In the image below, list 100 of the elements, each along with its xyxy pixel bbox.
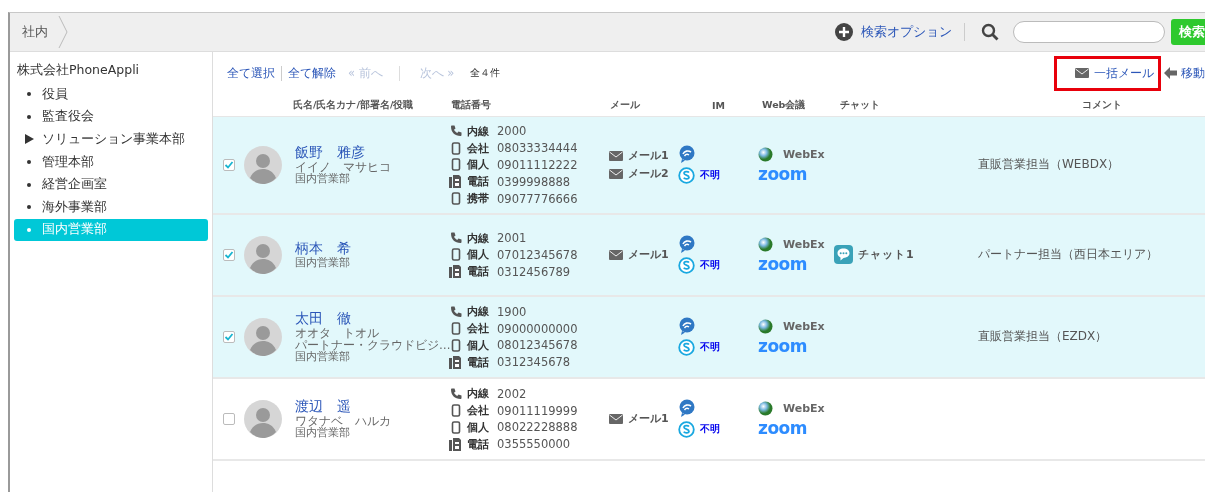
phone-number[interactable]: 0312345678 (497, 355, 571, 370)
checkbox[interactable] (223, 249, 235, 261)
phone-number[interactable]: 2000 (497, 124, 527, 139)
chat-bubble-icon[interactable] (678, 399, 696, 418)
contact-row[interactable]: 飯野 雅彦 イイノ マサヒコ 国内営業部 内線 2000 会社 08033334444 個人 09011112222 電話 0399998888 携帯 09077776666 メール1 メール2 不明 WebEx zoom 直販営業担当（WEBDX） (213, 117, 1205, 215)
skype-icon[interactable] (678, 257, 695, 274)
presence-status: 不明 (700, 259, 720, 272)
contact-name[interactable]: 太田 徹 (295, 310, 449, 328)
phone-number[interactable]: 0355550000 (497, 437, 571, 452)
mail-link[interactable]: メール1 (628, 247, 669, 263)
search-icon[interactable] (981, 23, 999, 41)
deselect-all-link[interactable]: 全て解除 (282, 65, 342, 81)
phone-number[interactable]: 0312456789 (497, 264, 571, 279)
phone-number[interactable]: 2001 (497, 231, 527, 246)
tree-item[interactable]: 経営企画室 (14, 173, 208, 196)
contact-name[interactable]: 柄本 希 (295, 240, 449, 258)
webex-link[interactable]: WebEx (783, 148, 825, 162)
phone-number[interactable]: 08012345678 (497, 338, 578, 353)
phone-type-label: 個人 (467, 157, 490, 173)
phone-number[interactable]: 2002 (497, 386, 527, 401)
fax-icon (449, 437, 463, 451)
tree-item[interactable]: 管理本部 (14, 150, 208, 174)
sphere-icon (758, 147, 773, 163)
phone-type-label: 個人 (467, 247, 490, 263)
bullet-icon (27, 182, 31, 187)
select-all-link[interactable]: 全て選択 (221, 65, 282, 81)
department-label: 国内営業部 (295, 173, 351, 186)
phone-handset-icon (449, 125, 463, 138)
column-header: IM (711, 99, 726, 111)
tree-item[interactable]: 役員 (14, 83, 208, 106)
contact-name[interactable]: 飯野 雅彦 (295, 144, 449, 162)
name-kana: イイノ マサヒコ (295, 161, 392, 174)
mobile-phone-icon (449, 248, 463, 262)
bullet-icon (27, 160, 31, 165)
mobile-phone-icon (449, 322, 463, 336)
fax-icon (449, 265, 463, 279)
column-header: メール (609, 98, 641, 112)
search-field[interactable] (1013, 21, 1165, 43)
search-options-link[interactable]: 検索オプション (861, 23, 952, 41)
envelope-icon (609, 414, 623, 424)
phone-handset-icon (449, 305, 463, 318)
chevron-right-icon (58, 15, 68, 49)
webex-link[interactable]: WebEx (783, 402, 825, 416)
mail-link[interactable]: メール1 (628, 411, 669, 427)
checkbox[interactable] (223, 159, 235, 171)
tree-root-label[interactable]: 株式会社PhoneAppli (10, 62, 140, 83)
result-count: 全４件 (470, 66, 501, 80)
phone-number[interactable]: 09000000000 (497, 321, 578, 336)
mobile-phone-icon (449, 338, 463, 352)
mail-link[interactable]: メール2 (628, 166, 669, 182)
column-header: コメント (1081, 98, 1123, 112)
phone-type-label: 内線 (467, 386, 490, 402)
breadcrumb-item[interactable]: 社内 (22, 23, 54, 41)
phone-number[interactable]: 1900 (497, 304, 527, 319)
phone-number[interactable]: 0399998888 (497, 174, 571, 189)
avatar-placeholder (244, 318, 282, 356)
contact-row[interactable]: 渡辺 遥 ワタナベ ハルカ 国内営業部 内線 2002 会社 09011119999 個人 08022228888 電話 0355550000 メール1 不明 WebEx zoom (213, 379, 1205, 461)
webex-link[interactable]: WebEx (783, 238, 825, 252)
contact-name[interactable]: 渡辺 遥 (295, 398, 449, 416)
contact-row[interactable]: 太田 徹 オオタ トオル パートナー・クラウドビジ… 国内営業部 内線 1900 会社 09000000000 個人 08012345678 電話 0312345678 不明 WebEx zoom 直販営業担当（EZDX） (213, 297, 1205, 379)
skype-icon[interactable] (678, 339, 695, 356)
avatar-placeholder (244, 146, 282, 184)
webex-link[interactable]: WebEx (783, 320, 825, 334)
phone-type-label: 内線 (467, 304, 490, 320)
tree-item[interactable]: 海外事業部 (14, 195, 208, 219)
chat-bubble-icon[interactable] (678, 235, 696, 254)
expand-triangle-icon[interactable] (24, 134, 34, 145)
phone-type-label: 電話 (467, 354, 490, 370)
phone-type-label: 電話 (467, 264, 490, 280)
phone-number[interactable]: 09077776666 (497, 191, 578, 206)
checkbox[interactable] (223, 331, 235, 343)
phone-handset-icon (449, 232, 463, 245)
phone-type-label: 個人 (467, 419, 490, 435)
envelope-icon (609, 169, 623, 179)
bullet-icon (27, 114, 31, 119)
tree-item[interactable]: ソリューション事業本部 (14, 128, 208, 151)
envelope-icon (609, 250, 623, 260)
move-link[interactable]: 移動 (1181, 65, 1205, 81)
phone-type-label: 携帯 (467, 191, 490, 207)
skype-icon[interactable] (678, 421, 695, 438)
phone-number[interactable]: 07012345678 (497, 247, 578, 262)
chat-bubble-icon[interactable] (834, 245, 853, 265)
phone-number[interactable]: 08022228888 (497, 420, 578, 435)
comment-text: 直販営業担当（WEBDX） (978, 156, 1121, 174)
name-kana: オオタ トオル (295, 327, 380, 340)
chat-bubble-icon[interactable] (678, 145, 696, 164)
skype-icon[interactable] (678, 167, 695, 184)
chat-bubble-icon[interactable] (678, 317, 696, 336)
arrow-left-icon (1164, 67, 1177, 79)
phone-number[interactable]: 09011112222 (497, 158, 578, 172)
bulk-mail-button[interactable]: 一括メール (1054, 55, 1161, 91)
phone-number[interactable]: 09011119999 (497, 403, 578, 418)
chat-link[interactable]: チャット1 (858, 247, 915, 263)
mail-link[interactable]: メール1 (628, 148, 669, 164)
tree-item[interactable]: 監査役会 (14, 105, 208, 129)
mobile-phone-icon (449, 404, 463, 418)
presence-status: 不明 (700, 341, 720, 354)
checkbox[interactable] (223, 413, 235, 425)
contact-row[interactable]: 柄本 希 国内営業部 内線 2001 個人 07012345678 電話 0312456789 メール1 不明 WebEx zoom チャット1 パートナー担当（西日本エリア） (213, 215, 1205, 297)
phone-number[interactable]: 08033334444 (497, 141, 578, 156)
